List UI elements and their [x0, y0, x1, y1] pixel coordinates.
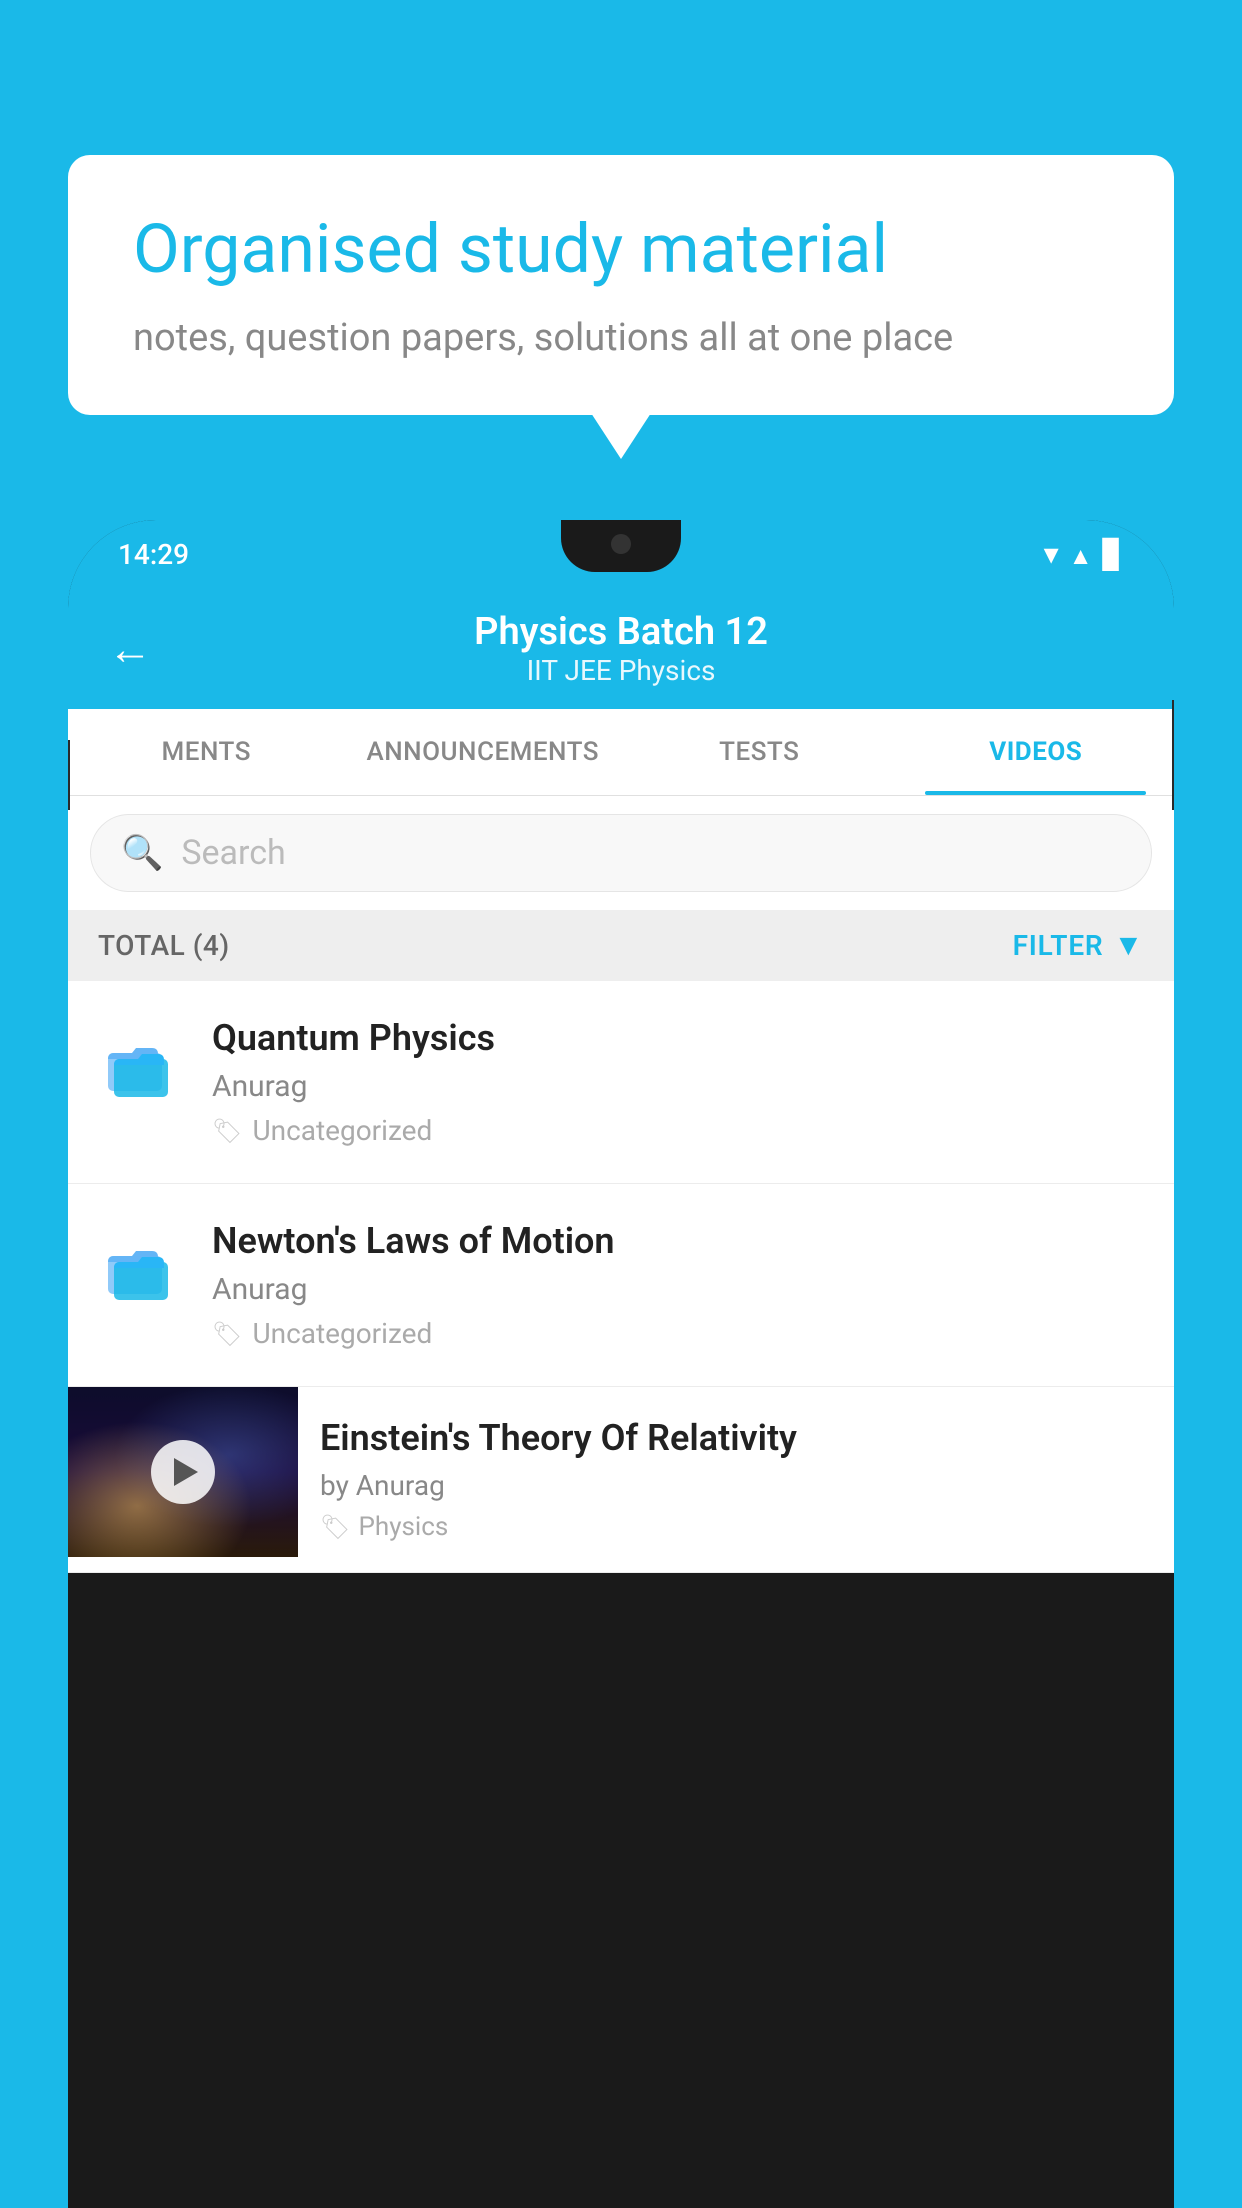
batch-subtitle: IIT JEE Physics [182, 654, 1060, 687]
filter-row: TOTAL (4) FILTER ▼ [68, 910, 1174, 981]
item-title-quantum: Quantum Physics [212, 1017, 1146, 1059]
video-list-item[interactable]: Einstein's Theory Of Relativity by Anura… [68, 1387, 1174, 1573]
item-title-newton: Newton's Laws of Motion [212, 1220, 1146, 1262]
item-author-quantum: Anurag [212, 1069, 1146, 1104]
video-content-einstein: Einstein's Theory Of Relativity by Anura… [298, 1387, 1174, 1572]
status-icons [1044, 537, 1124, 572]
wifi-icon [1044, 537, 1059, 572]
video-title-einstein: Einstein's Theory Of Relativity [320, 1417, 1152, 1459]
item-content-newton: Newton's Laws of Motion Anurag 🏷 Uncateg… [212, 1220, 1146, 1350]
search-bar-wrapper: 🔍 Search [68, 796, 1174, 910]
app-bar-title: Physics Batch 12 IIT JEE Physics [182, 610, 1060, 687]
tab-ments[interactable]: MENTS [68, 709, 345, 795]
speech-bubble: Organised study material notes, question… [68, 155, 1174, 415]
folder-icon-newton [96, 1226, 184, 1314]
item-tag-quantum: 🏷 Uncategorized [212, 1114, 1146, 1147]
tab-announcements[interactable]: ANNOUNCEMENTS [345, 709, 622, 795]
batch-name: Physics Batch 12 [182, 610, 1060, 654]
phone-frame: 14:29 ← Physics Batch 12 IIT JEE Physics… [68, 520, 1174, 2208]
speech-bubble-heading: Organised study material [133, 210, 1109, 288]
signal-icon [1069, 538, 1093, 571]
video-author-einstein: by Anurag [320, 1469, 1152, 1502]
search-input[interactable]: Search [181, 833, 285, 873]
tab-tests[interactable]: TESTS [621, 709, 898, 795]
video-tag-label-einstein: Physics [358, 1512, 448, 1542]
filter-button[interactable]: FILTER ▼ [1013, 928, 1144, 963]
video-thumbnail-einstein [68, 1387, 298, 1557]
app-bar: ← Physics Batch 12 IIT JEE Physics [68, 588, 1174, 709]
video-tag-einstein: 🏷 Physics [320, 1512, 1152, 1542]
speech-bubble-subtext: notes, question papers, solutions all at… [133, 316, 1109, 360]
tag-label-newton: Uncategorized [252, 1317, 432, 1350]
tag-icon: 🏷 [320, 1513, 350, 1541]
list-item[interactable]: Newton's Laws of Motion Anurag 🏷 Uncateg… [68, 1184, 1174, 1387]
tabs-bar: MENTS ANNOUNCEMENTS TESTS VIDEOS [68, 709, 1174, 796]
tab-videos[interactable]: VIDEOS [898, 709, 1175, 795]
status-time: 14:29 [118, 538, 189, 571]
folder-icon-quantum [96, 1023, 184, 1111]
play-button[interactable] [151, 1440, 215, 1504]
battery-icon [1102, 538, 1124, 571]
list-item[interactable]: Quantum Physics Anurag 🏷 Uncategorized [68, 981, 1174, 1184]
tag-label-quantum: Uncategorized [252, 1114, 432, 1147]
search-icon: 🔍 [121, 833, 163, 873]
total-count-label: TOTAL (4) [98, 929, 230, 962]
front-camera [611, 534, 631, 554]
filter-icon: ▼ [1114, 928, 1145, 963]
item-tag-newton: 🏷 Uncategorized [212, 1317, 1146, 1350]
item-author-newton: Anurag [212, 1272, 1146, 1307]
item-content-quantum: Quantum Physics Anurag 🏷 Uncategorized [212, 1017, 1146, 1147]
tag-icon: 🏷 [212, 1117, 242, 1145]
phone-screen: 14:29 ← Physics Batch 12 IIT JEE Physics… [68, 520, 1174, 2208]
filter-label: FILTER [1013, 929, 1104, 962]
video-list: Quantum Physics Anurag 🏷 Uncategorized [68, 981, 1174, 1573]
back-button[interactable]: ← [108, 623, 152, 675]
phone-notch [561, 520, 681, 572]
tag-icon: 🏷 [212, 1320, 242, 1348]
search-bar[interactable]: 🔍 Search [90, 814, 1152, 892]
